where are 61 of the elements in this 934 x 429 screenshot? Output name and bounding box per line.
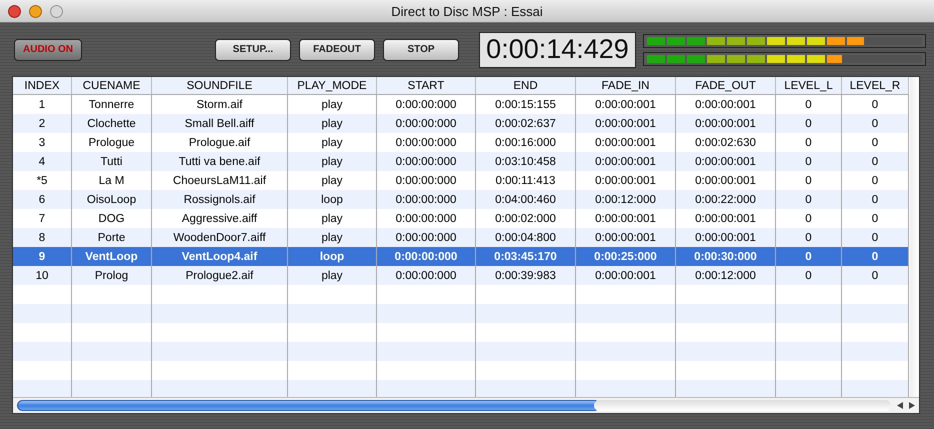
minimize-icon[interactable] xyxy=(29,4,42,18)
table-cell: OisoLoop xyxy=(72,190,152,209)
table-cell: 0:00:12:000 xyxy=(676,266,776,285)
table-cell: 0:00:22:000 xyxy=(676,190,776,209)
table-cell: 0:00:12:000 xyxy=(576,190,676,209)
table-cell: 2 xyxy=(13,114,72,133)
toolbar-button[interactable]: SETUP... xyxy=(215,38,291,60)
column-header[interactable]: FADE_IN xyxy=(576,77,676,94)
table-cell: 0 xyxy=(842,266,909,285)
time-display: 0:00:14:429 xyxy=(479,32,636,68)
scroll-right-icon[interactable] xyxy=(909,402,915,409)
table-cell: 0 xyxy=(842,152,909,171)
toolbar-button[interactable]: STOP xyxy=(383,38,459,60)
table-cell: 0:00:00:001 xyxy=(576,114,676,133)
column-header[interactable]: FADE_OUT xyxy=(676,77,776,94)
table-cell: 0:00:02:637 xyxy=(476,114,576,133)
toolbar-button[interactable]: FADEOUT xyxy=(299,38,375,60)
table-cell: Clochette xyxy=(72,114,152,133)
table-cell: 0 xyxy=(776,114,842,133)
table-cell: loop xyxy=(288,190,377,209)
column-header[interactable]: LEVEL_L xyxy=(776,77,842,94)
table-cell: 0:00:00:001 xyxy=(676,152,776,171)
table-cell: Small Bell.aiff xyxy=(152,114,288,133)
table-cell: Tutti va bene.aif xyxy=(152,152,288,171)
column-header[interactable]: INDEX xyxy=(13,77,72,94)
column-header[interactable]: PLAY_MODE xyxy=(288,77,377,94)
column-header[interactable]: CUENAME xyxy=(72,77,152,94)
table-cell: 0:00:00:001 xyxy=(676,114,776,133)
table-cell: 0:00:00:000 xyxy=(377,266,476,285)
selected-row[interactable]: 9 VentLoop VentLoop4.aif loop 0:00:00:000 0:03:45:170 0:00:25:000 0:00:30:000 0 0 xyxy=(13,247,909,266)
close-icon[interactable] xyxy=(8,4,21,18)
column-header[interactable]: SOUNDFILE xyxy=(152,77,288,94)
table-cell: Rossignols.aif xyxy=(152,190,288,209)
table-cell: 0 xyxy=(842,190,909,209)
table-cell: 0:00:00:000 xyxy=(377,114,476,133)
table-cell: 0 xyxy=(776,190,842,209)
table-cell: 0:03:10:458 xyxy=(476,152,576,171)
scroll-left-icon[interactable] xyxy=(897,402,903,409)
table-cell: play xyxy=(288,152,377,171)
table-cell: 0:00:00:001 xyxy=(576,266,676,285)
table-cell: 0:00:00:000 xyxy=(377,190,476,209)
table-cell: 0:04:00:460 xyxy=(476,190,576,209)
table-cell: Tutti xyxy=(72,152,152,171)
table-cell: 0:00:39:983 xyxy=(476,266,576,285)
column-header[interactable]: LEVEL_R xyxy=(842,77,909,94)
table-cell: 0:00:00:001 xyxy=(576,152,676,171)
table-cell: 0:00:00:000 xyxy=(377,152,476,171)
table-cell: 6 xyxy=(13,190,72,209)
table-cell: 0 xyxy=(776,152,842,171)
table-cell: Prolog xyxy=(72,266,152,285)
table-cell: 4 xyxy=(13,152,72,171)
column-header[interactable]: END xyxy=(476,77,576,94)
table-cell: 0 xyxy=(776,266,842,285)
table-cell: play xyxy=(288,266,377,285)
horizontal-scrollbar[interactable] xyxy=(13,397,919,413)
window-title: Direct to Disc MSP : Essai xyxy=(391,4,543,18)
table-cell: play xyxy=(288,114,377,133)
column-header[interactable]: START xyxy=(377,77,476,94)
table-cell: 0 xyxy=(842,114,909,133)
table-cell: 10 xyxy=(13,266,72,285)
table-cell: Prologue2.aif xyxy=(152,266,288,285)
